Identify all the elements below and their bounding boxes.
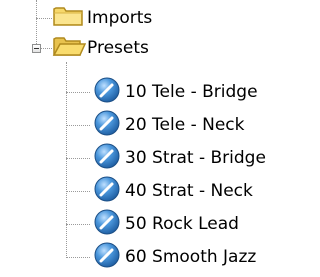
tree-connector-child [66, 191, 90, 192]
presets-collapse-toggle[interactable] [32, 44, 41, 53]
preset-ball-icon [90, 76, 124, 109]
tree-item-preset[interactable]: 40 Strat - Neck [90, 175, 254, 208]
tree-connector-imports [36, 18, 52, 19]
tree-connector-child [66, 224, 90, 225]
tree-item-preset[interactable]: 20 Tele - Neck [90, 109, 245, 142]
preset-ball-icon [90, 142, 124, 175]
tree-item-preset[interactable]: 60 Smooth Jazz [90, 241, 257, 274]
tree-item-preset[interactable]: 10 Tele - Bridge [90, 76, 259, 109]
preset-ball-icon [90, 175, 124, 208]
tree-item-imports[interactable]: Imports [52, 4, 153, 32]
tree-connector-child [66, 257, 90, 258]
tree-connector-presets [40, 48, 52, 49]
preset-tree: Imports Presets 10 Tele - Bridge 20 Tele… [0, 0, 309, 277]
tree-item-label: Imports [87, 8, 153, 28]
tree-connector-child [66, 92, 90, 93]
preset-ball-icon [90, 208, 124, 241]
tree-item-presets[interactable]: Presets [52, 34, 150, 62]
tree-item-preset[interactable]: 30 Strat - Bridge [90, 142, 267, 175]
tree-item-label: 20 Tele - Neck [125, 115, 245, 135]
tree-item-label: 30 Strat - Bridge [125, 148, 266, 168]
preset-ball-icon [90, 241, 124, 274]
tree-connector-child [66, 158, 90, 159]
tree-item-preset[interactable]: 50 Rock Lead [90, 208, 240, 241]
tree-item-label: 50 Rock Lead [125, 214, 239, 234]
folder-closed-icon [52, 3, 86, 34]
tree-item-label: Presets [87, 38, 149, 58]
tree-connector-root [36, 0, 37, 48]
folder-open-icon [52, 33, 87, 64]
preset-ball-icon [90, 109, 124, 142]
tree-item-label: 10 Tele - Bridge [125, 82, 258, 102]
tree-connector-child [66, 125, 90, 126]
tree-item-label: 60 Smooth Jazz [125, 247, 257, 267]
tree-item-label: 40 Strat - Neck [125, 181, 253, 201]
